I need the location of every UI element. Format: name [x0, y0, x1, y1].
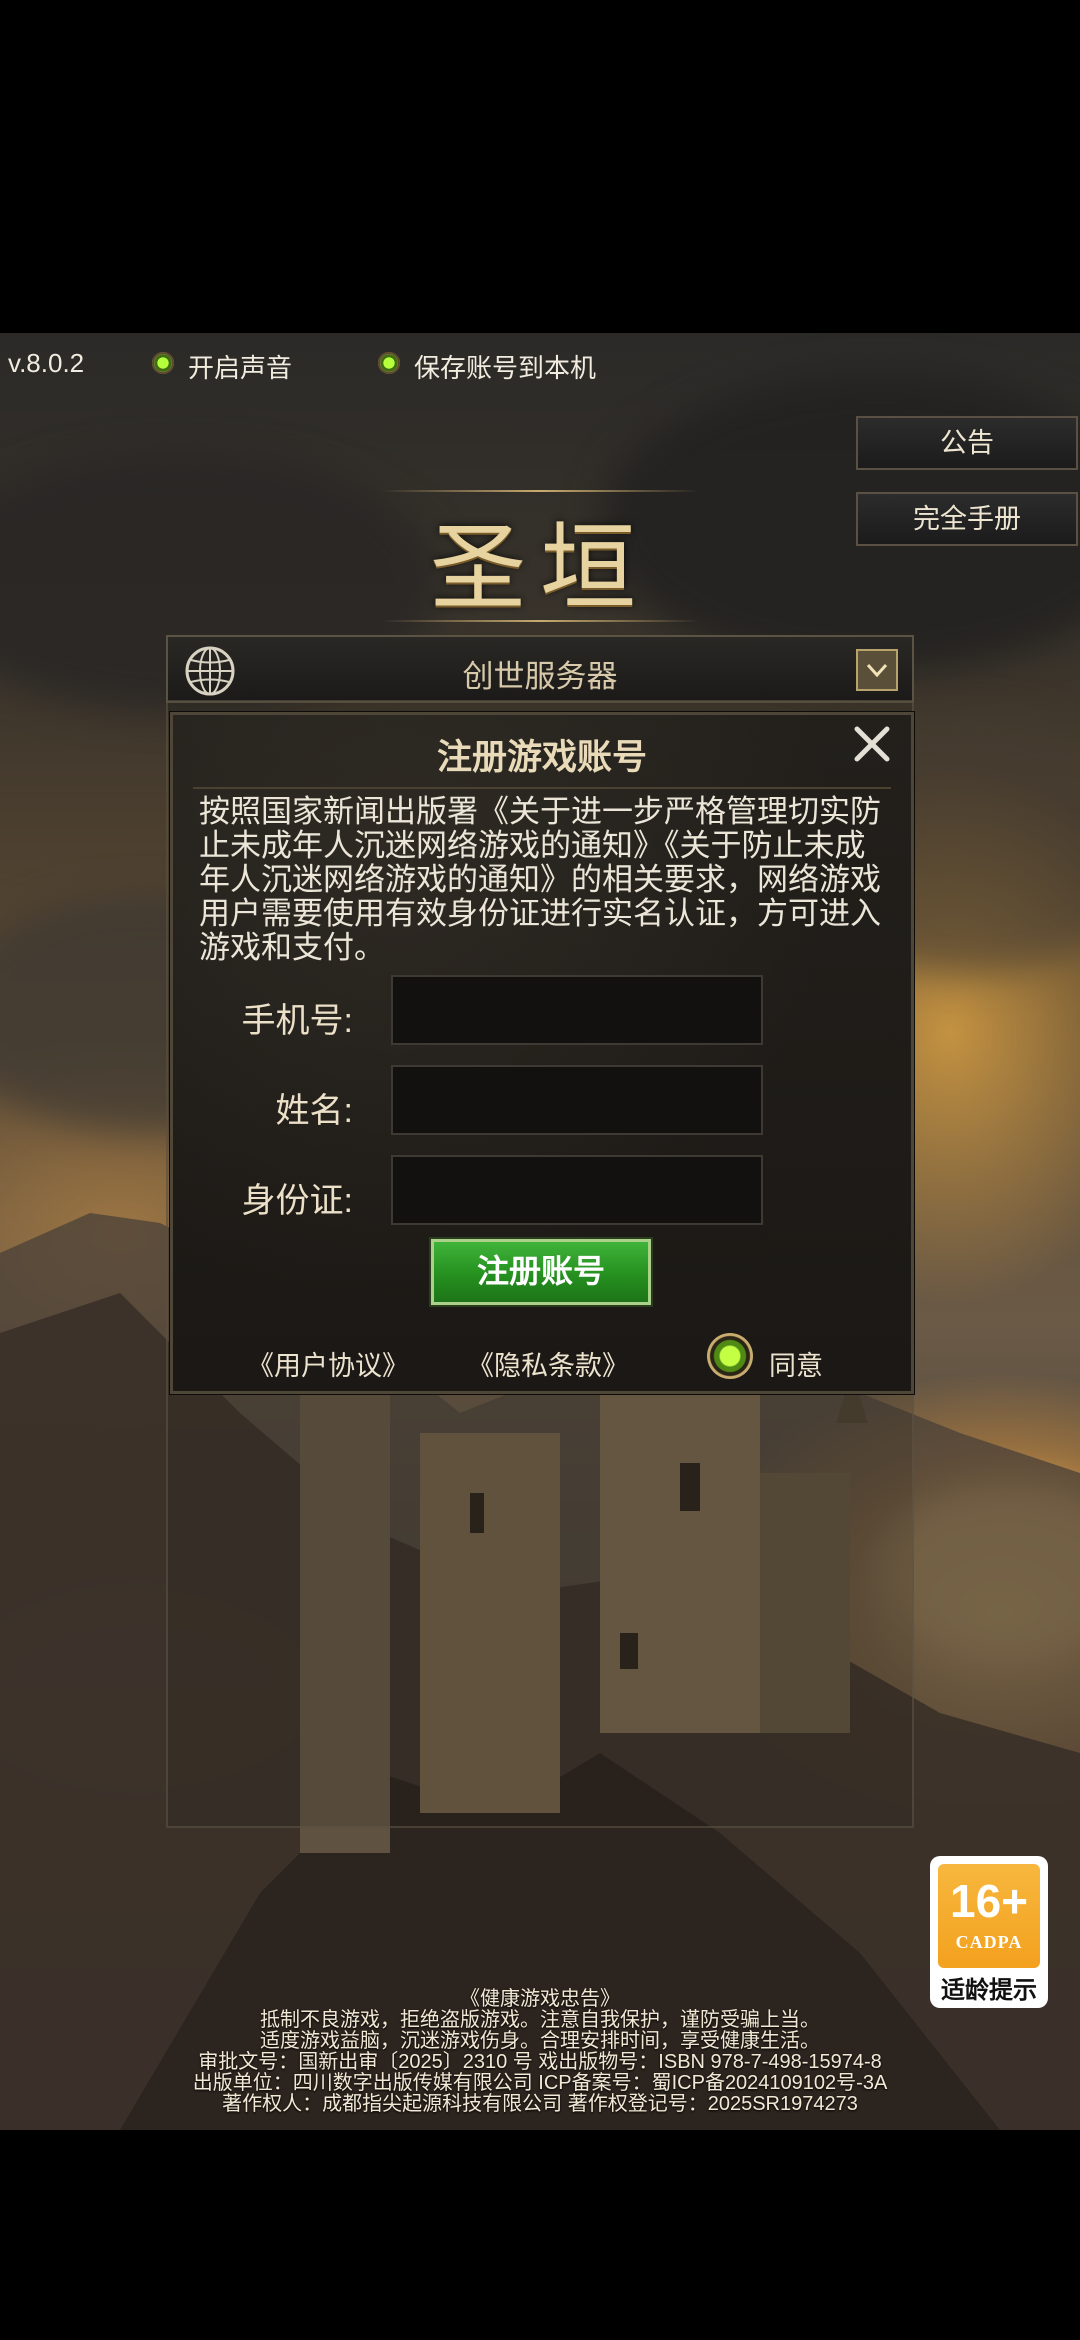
privacy-terms-link[interactable]: 《隐私条款》 [467, 1344, 629, 1383]
agree-radio[interactable] [707, 1333, 753, 1379]
save-account-label[interactable]: 保存账号到本机 [414, 348, 596, 385]
phone-label: 手机号: [241, 1002, 353, 1040]
footer-publisher: 出版单位：四川数字出版传媒有限公司 ICP备案号：蜀ICP备2024109102… [192, 2072, 888, 2094]
age-rating-badge[interactable]: 16+ CADPA 适龄提示 [930, 1856, 1048, 2008]
name-label: 姓名: [275, 1092, 353, 1130]
close-icon[interactable] [849, 721, 895, 767]
save-account-radio[interactable] [378, 352, 400, 374]
age-rating-org: CADPA [955, 1932, 1023, 1952]
footer-health-title: 《健康游戏忠告》 [460, 1988, 620, 2010]
server-selector[interactable]: 创世服务器 [166, 635, 914, 703]
game-logo: 圣垣 [430, 512, 650, 624]
id-card-input[interactable] [391, 1155, 763, 1225]
sound-toggle-label[interactable]: 开启声音 [188, 348, 292, 385]
footer-copyright: 著作权人：成都指尖起源科技有限公司 著作权登记号：2025SR1974273 [222, 2093, 858, 2115]
agree-label[interactable]: 同意 [769, 1344, 823, 1383]
footer-health-line1: 抵制不良游戏，拒绝盗版游戏。注意自我保护，谨防受骗上当。 [260, 2009, 820, 2031]
server-name: 创世服务器 [462, 659, 618, 694]
id-card-label: 身份证: [241, 1182, 353, 1220]
manual-button[interactable]: 完全手册 [856, 492, 1078, 546]
real-name-notice: 按照国家新闻出版署《关于进一步严格管理切实防止未成年人沉迷网络游戏的通知》《关于… [199, 794, 881, 965]
register-button[interactable]: 注册账号 [431, 1239, 651, 1305]
age-rating-icon: 16+ CADPA [938, 1864, 1040, 1968]
footer-approval: 审批文号：国新出审〔2025〕2310 号 戏出版物号：ISBN 978-7-4… [198, 2051, 882, 2073]
footer-health-line2: 适度游戏益脑，沉迷游戏伤身。合理安排时间，享受健康生活。 [260, 2030, 820, 2052]
dialog-title: 注册游戏账号 [436, 738, 647, 777]
announcement-button[interactable]: 公告 [856, 416, 1078, 470]
phone-input[interactable] [391, 975, 763, 1045]
name-input[interactable] [391, 1065, 763, 1135]
register-dialog: 注册游戏账号 按照国家新闻出版署《关于进一步严格管理切实防止未成年人沉迷网络游戏… [170, 712, 914, 1394]
sound-toggle-radio[interactable] [152, 352, 174, 374]
chevron-down-icon[interactable] [856, 649, 898, 691]
logo-ornament-bottom [380, 620, 700, 622]
title-divider [193, 787, 891, 789]
user-agreement-link[interactable]: 《用户协议》 [247, 1344, 409, 1383]
age-rating-number: 16+ [949, 1875, 1029, 1927]
version-text: v.8.0.2 [8, 348, 85, 378]
